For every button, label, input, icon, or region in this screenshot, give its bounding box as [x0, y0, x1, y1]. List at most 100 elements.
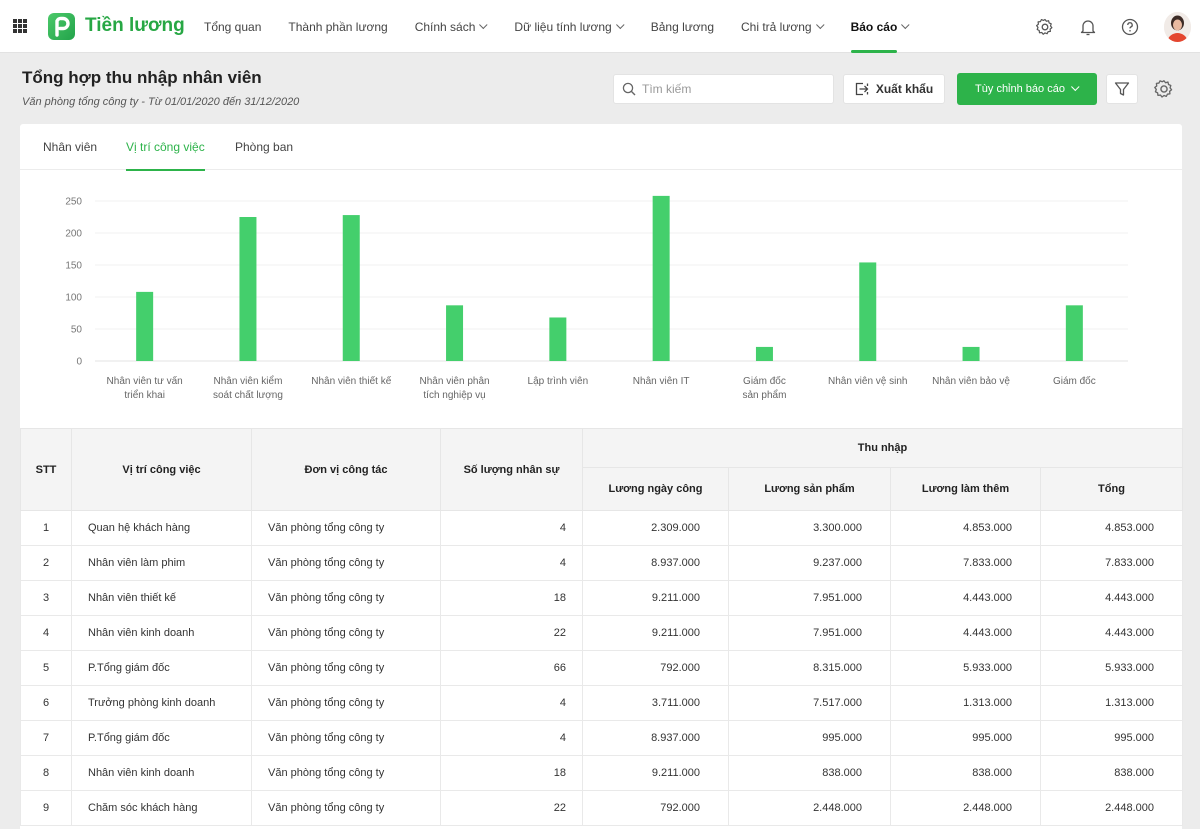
export-label: Xuất khẩu	[875, 82, 934, 96]
table-row[interactable]: 9 Chăm sóc khách hàng Văn phòng tổng công …	[20, 790, 1183, 826]
table-row[interactable]: 6 Trưởng phòng kinh doanh Văn phòng tổng c…	[20, 685, 1183, 721]
nav-item-chi-tra-luong[interactable]: Chi trả lương	[741, 0, 825, 53]
chart-bar[interactable]	[342, 215, 360, 361]
cell-overtime: 7.833.000	[890, 545, 1041, 581]
app-logo[interactable]	[48, 13, 75, 40]
grid-icon[interactable]	[13, 19, 27, 33]
col-header-unit: Đơn vị công tác	[251, 428, 441, 511]
cell-position: Nhân viên kinh doanh	[71, 615, 252, 651]
x-tick-label: Giám đốc	[743, 375, 786, 387]
gear-icon[interactable]	[1153, 78, 1175, 100]
cell-daily: 2.309.000	[582, 510, 729, 546]
x-tick-label: Nhân viên vệ sinh	[828, 376, 908, 387]
nav-item-du-lieu-tinh-luong[interactable]: Dữ liệu tính lương	[514, 0, 625, 53]
cell-product: 9.237.000	[728, 545, 891, 581]
cell-headcount: 4	[440, 685, 583, 721]
cell-daily: 9.211.000	[582, 755, 729, 791]
nav-item-bang-luong[interactable]: Bảng lương	[651, 0, 714, 53]
table-row[interactable]: 5 P.Tổng giám đốc Văn phòng tổng công ty 66…	[20, 650, 1183, 686]
col-header-stt: STT	[20, 428, 72, 511]
cell-overtime: 4.443.000	[890, 580, 1041, 616]
cell-unit: Văn phòng tổng công ty	[251, 650, 441, 686]
cell-unit: Văn phòng tổng công ty	[251, 720, 441, 756]
col-header-daily: Lương ngày công	[582, 467, 729, 511]
gear-icon[interactable]	[1035, 17, 1055, 37]
cell-position: Trưởng phòng kinh doanh	[71, 685, 252, 721]
table-row[interactable]: 1 Quan hệ khách hàng Văn phòng tổng công t…	[20, 510, 1183, 546]
table-row[interactable]: 8 Nhân viên kinh doanh Văn phòng tổng công…	[20, 755, 1183, 791]
x-tick-label: tích nghiệp vụ	[423, 390, 485, 401]
nav-label: Báo cáo	[850, 19, 898, 34]
cell-overtime: 5.933.000	[890, 650, 1041, 686]
chevron-down-icon	[615, 20, 625, 29]
chart-bar[interactable]	[549, 317, 567, 361]
chart-bar[interactable]	[136, 291, 154, 361]
search-box[interactable]	[613, 74, 834, 104]
cell-unit: Văn phòng tổng công ty	[251, 685, 441, 721]
export-button[interactable]: Xuất khẩu	[843, 74, 945, 104]
y-tick-label: 150	[65, 261, 82, 272]
user-avatar[interactable]	[1164, 12, 1191, 42]
chart-bar[interactable]	[962, 346, 980, 361]
cell-overtime: 838.000	[890, 755, 1041, 791]
customize-report-button[interactable]: Tùy chỉnh báo cáo	[957, 73, 1097, 105]
cell-daily: 9.211.000	[582, 615, 729, 651]
search-input[interactable]	[642, 82, 822, 96]
table-row[interactable]: 3 Nhân viên thiết kế Văn phòng tổng công t…	[20, 580, 1183, 616]
tab-vi-tri-cong-viec[interactable]: Vị trí công việc	[126, 124, 205, 171]
bell-icon[interactable]	[1078, 17, 1098, 37]
chart-bar[interactable]	[446, 305, 464, 361]
x-tick-label: sản phẩm	[742, 389, 786, 401]
chart-bar[interactable]	[652, 195, 670, 361]
cell-unit: Văn phòng tổng công ty	[251, 790, 441, 826]
table-row[interactable]: 7 P.Tổng giám đốc Văn phòng tổng công ty 4 8…	[20, 720, 1183, 756]
logo-p-icon	[55, 16, 70, 37]
x-tick-label: Nhân viên thiết kế	[311, 375, 391, 387]
chevron-down-icon	[815, 20, 825, 29]
export-icon	[855, 82, 869, 96]
chart-bar[interactable]	[755, 346, 773, 361]
help-icon[interactable]	[1120, 17, 1140, 37]
cell-overtime: 1.313.000	[890, 685, 1041, 721]
y-tick-label: 250	[65, 197, 82, 208]
nav-item-thanh-phan-luong[interactable]: Thành phần lương	[288, 0, 387, 53]
nav-item-bao-cao[interactable]: Báo cáo	[850, 0, 910, 53]
avatar-photo-icon	[1164, 12, 1191, 42]
cell-product: 8.315.000	[728, 650, 891, 686]
cell-position: Nhân viên làm phim	[71, 545, 252, 581]
cell-stt: 2	[20, 545, 72, 581]
chart-svg: 0 50 100 150 200 250 Nhân viên tư vấn triển kh…	[65, 195, 1128, 401]
tab-nhan-vien[interactable]: Nhân viên	[43, 124, 97, 170]
cell-headcount: 66	[440, 650, 583, 686]
tab-phong-ban[interactable]: Phòng ban	[235, 124, 293, 170]
cell-unit: Văn phòng tổng công ty	[251, 755, 441, 791]
table-row[interactable]: 4 Nhân viên kinh doanh Văn phòng tổng công…	[20, 615, 1183, 651]
cell-stt: 5	[20, 650, 72, 686]
cell-headcount: 4	[440, 545, 583, 581]
cell-total: 4.443.000	[1040, 580, 1183, 616]
nav-label: Tổng quan	[204, 19, 262, 34]
chart-bar[interactable]	[239, 217, 257, 361]
cell-product: 7.951.000	[728, 615, 891, 651]
filter-button[interactable]	[1106, 74, 1138, 104]
nav-label: Chính sách	[414, 19, 476, 34]
report-card: Nhân viên Vị trí công việc Phòng ban 0 50…	[20, 124, 1183, 829]
cell-position: Nhân viên kinh doanh	[71, 755, 252, 791]
col-header-position: Vị trí công việc	[71, 428, 252, 511]
report-tabs: Nhân viên Vị trí công việc Phòng ban	[20, 124, 1182, 171]
chart-bar[interactable]	[1065, 305, 1083, 361]
x-tick-label: Nhân viên kiểm	[213, 375, 282, 387]
cell-product: 2.448.000	[728, 790, 891, 826]
nav-label: Chi trả lương	[741, 19, 812, 34]
app-brand[interactable]: Tiền lương	[85, 15, 185, 37]
chart-bar[interactable]	[859, 262, 877, 361]
nav-item-chinh-sach[interactable]: Chính sách	[415, 0, 488, 53]
cell-unit: Văn phòng tổng công ty	[251, 615, 441, 651]
nav-label: Bảng lương	[650, 19, 714, 34]
nav-item-tong-quan[interactable]: Tổng quan	[204, 0, 261, 53]
cell-stt: 4	[20, 615, 72, 651]
y-tick-label: 0	[76, 357, 82, 368]
table-row[interactable]: 2 Nhân viên làm phim Văn phòng tổng công t…	[20, 545, 1183, 581]
cell-overtime: 995.000	[890, 720, 1041, 756]
cell-total: 1.313.000	[1040, 685, 1183, 721]
